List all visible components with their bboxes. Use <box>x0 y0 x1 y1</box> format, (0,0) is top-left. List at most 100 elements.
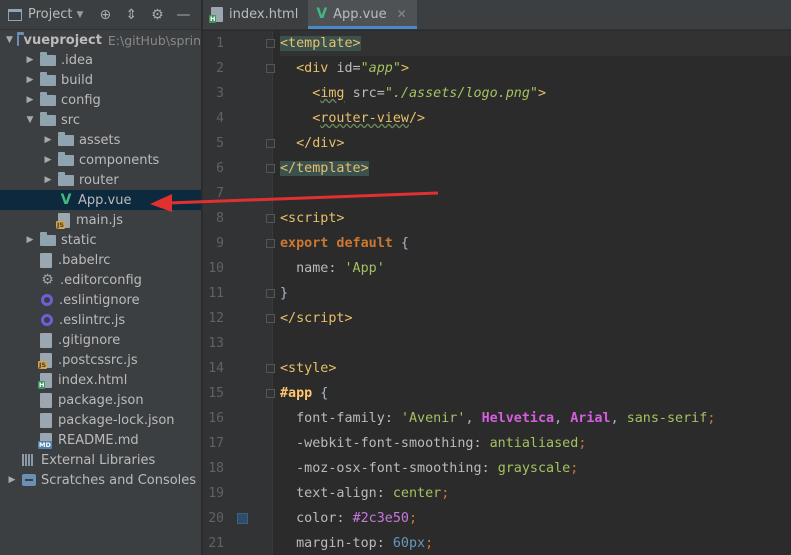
gear-icon[interactable]: ⚙ <box>149 7 165 23</box>
collapsed-arrow-icon[interactable]: ▶ <box>42 135 54 145</box>
scroll-from-source-icon[interactable]: ⊕ <box>97 7 113 23</box>
tree-item-eslintrc-js[interactable]: .eslintrc.js <box>0 310 201 330</box>
tree-item-app-vue[interactable]: V App.vue <box>0 190 201 210</box>
tree-item-gitignore[interactable]: .gitignore <box>0 330 201 350</box>
tree-item-index-html[interactable]: Hindex.html <box>0 370 201 390</box>
tree-item-eslintignore[interactable]: .eslintignore <box>0 290 201 310</box>
attr-value: "./assets/logo.png" <box>384 86 538 101</box>
tree-item-postcssrc-js[interactable]: JS .postcssrc.js <box>0 350 201 370</box>
code-line: <style> <box>280 361 337 376</box>
line-number: 4 <box>216 111 224 126</box>
code-line: <div id="app"> <box>296 61 409 76</box>
line-number: 11 <box>203 281 275 306</box>
folder-icon <box>40 51 56 66</box>
attr-value: "app" <box>360 61 401 76</box>
folder-icon <box>40 71 56 86</box>
code-line: <template> <box>280 31 791 56</box>
expanded-arrow-icon[interactable]: ▼ <box>6 35 13 45</box>
code-line: font-family: 'Avenir', Helvetica, Arial,… <box>296 411 716 426</box>
markdown-file-icon: MD <box>38 432 52 449</box>
line-number: 20 <box>203 506 272 531</box>
line-number: 1 <box>203 31 275 56</box>
tab-index-html[interactable]: H index.html <box>203 0 308 29</box>
line-number: 21 <box>208 536 224 551</box>
fold-marker-icon[interactable] <box>266 139 275 148</box>
line-number: 5 <box>203 131 275 156</box>
collapsed-arrow-icon[interactable]: ▶ <box>24 95 36 105</box>
collapse-all-icon[interactable]: ⇕ <box>123 7 139 23</box>
line-number: 17 <box>208 436 224 451</box>
code-line: text-align: center; <box>296 486 450 501</box>
tree-item-label: .idea <box>61 52 93 68</box>
collapsed-arrow-icon[interactable]: ▶ <box>24 75 36 85</box>
fold-marker-icon[interactable] <box>266 214 275 223</box>
tree-item-vueproject[interactable]: ▼ vueproject E:\gitHub\sprin <box>0 30 201 50</box>
fold-marker-icon[interactable] <box>266 364 275 373</box>
tree-item-assets[interactable]: ▶ assets <box>0 130 201 150</box>
tree-item-babelrc[interactable]: .babelrc <box>0 250 201 270</box>
css-value: grayscale <box>497 461 571 476</box>
tree-item-build[interactable]: ▶ build <box>0 70 201 90</box>
eslint-icon <box>41 314 53 326</box>
fold-marker-icon[interactable] <box>266 289 275 298</box>
fold-marker-icon[interactable] <box>266 389 275 398</box>
code-line: <script> <box>280 211 345 226</box>
folder-icon <box>40 111 56 126</box>
collapsed-arrow-icon[interactable]: ▶ <box>24 55 36 65</box>
tree-item-router[interactable]: ▶ router <box>0 170 201 190</box>
tree-item-external-libraries[interactable]: External Libraries <box>0 450 201 470</box>
code-line: color: #2c3e50; <box>296 511 418 526</box>
tree-item-label: src <box>61 112 80 128</box>
tree-item-package-lock-json[interactable]: package-lock.json <box>0 410 201 430</box>
close-icon[interactable]: ✕ <box>397 7 407 21</box>
tab-label: index.html <box>229 6 299 22</box>
fold-marker-icon[interactable] <box>266 64 275 73</box>
fold-marker-icon[interactable] <box>266 164 275 173</box>
collapsed-arrow-icon[interactable]: ▶ <box>6 475 18 485</box>
code-line: margin-top: 60px; <box>296 536 434 551</box>
tab-label: App.vue <box>333 6 387 22</box>
tree-item-src[interactable]: ▼ src <box>0 110 201 130</box>
color-swatch-icon <box>237 513 248 524</box>
tree-item-components[interactable]: ▶ components <box>0 150 201 170</box>
line-number: 12 <box>203 306 275 331</box>
vue-file-icon: V <box>60 192 72 208</box>
collapsed-arrow-icon[interactable]: ▶ <box>42 155 54 165</box>
line-number: 14 <box>203 356 275 381</box>
tree-item-label: .gitignore <box>58 332 121 348</box>
code-lines[interactable]: <template> <div id="app"> <img src="./as… <box>280 31 791 555</box>
chevron-down-icon[interactable]: ▼ <box>76 10 83 20</box>
tree-item-scratches-and-consoles[interactable]: ▶ Scratches and Consoles <box>0 470 201 490</box>
tree-item-main-js[interactable]: JS main.js <box>0 210 201 230</box>
hide-panel-icon[interactable]: — <box>175 7 191 23</box>
collapsed-arrow-icon[interactable]: ▶ <box>24 235 36 245</box>
code-line: <img src="./assets/logo.png"> <box>312 86 547 101</box>
gear-icon: ⚙ <box>41 272 54 288</box>
code-area[interactable]: 1 2 3 4 5 6 7 8 9 10 11 12 13 14 15 16 17 18 19 20 21 <templ… <box>203 31 791 555</box>
library-icon <box>22 454 36 466</box>
editor-tab-bar: H index.html V App.vue ✕ <box>203 0 791 30</box>
expanded-arrow-icon[interactable]: ▼ <box>24 115 36 125</box>
string-value: 'App' <box>344 261 385 276</box>
project-panel: Project ▼ ⊕ ⇕ ⚙ — ▼ vueproject E:\gitHub\s… <box>0 0 202 555</box>
js-file-icon: JS <box>38 352 52 369</box>
project-path: E:\gitHub\sprin <box>107 32 201 48</box>
tree-item-label: build <box>61 72 93 88</box>
fold-marker-icon[interactable] <box>266 39 275 48</box>
code-line: export default { <box>280 236 409 251</box>
line-number: 6 <box>203 156 275 181</box>
fold-marker-icon[interactable] <box>266 239 275 248</box>
css-value: center <box>392 486 442 501</box>
collapsed-arrow-icon[interactable]: ▶ <box>42 175 54 185</box>
tree-item-idea[interactable]: ▶ .idea <box>0 50 201 70</box>
tree-item-static[interactable]: ▶ static <box>0 230 201 250</box>
tab-app-vue[interactable]: V App.vue ✕ <box>308 0 418 29</box>
fold-marker-icon[interactable] <box>266 314 275 323</box>
tree-item-config[interactable]: ▶ config <box>0 90 201 110</box>
tree-item-label: router <box>79 172 119 188</box>
tree-item-package-json[interactable]: package.json <box>0 390 201 410</box>
project-view-selector[interactable]: Project <box>28 7 72 22</box>
tree-item-editorconfig[interactable]: ⚙ .editorconfig <box>0 270 201 290</box>
tree-item-readme-md[interactable]: MD README.md <box>0 430 201 450</box>
